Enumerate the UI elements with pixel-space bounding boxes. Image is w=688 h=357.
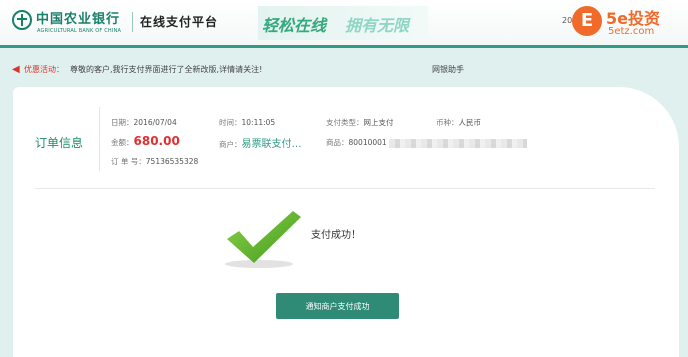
notify-merchant-button[interactable]: 通知商户支付成功	[276, 293, 399, 319]
payment-result-card: 订单信息 日期：2016/07/04 时间：10:11:05 支付类型：网上支付…	[13, 87, 679, 357]
order-divider-vertical	[99, 107, 100, 171]
speaker-icon: ◀	[12, 64, 20, 75]
amount-value: 680.00	[133, 134, 180, 148]
order-currency: 币种：人民币	[436, 118, 481, 127]
order-info-title: 订单信息	[35, 136, 84, 150]
platform-title: 在线支付平台	[140, 15, 219, 29]
abc-logo-icon	[12, 10, 32, 30]
redacted-product-info	[388, 138, 527, 148]
order-pay-type: 支付类型：网上支付	[326, 118, 394, 127]
merchant-name: 易票联支付…	[241, 139, 302, 150]
section-divider	[35, 188, 655, 189]
order-number: 订 单 号：75136535328	[111, 157, 199, 166]
success-checkmark-icon	[225, 211, 301, 268]
watermark-url: 5etz.com	[608, 26, 655, 37]
bank-name-en: AGRICULTURAL BANK OF CHINA	[37, 28, 122, 34]
watermark: E 5e投资 5etz.com	[572, 3, 682, 43]
promotion-text: 尊敬的客户,我行支付界面进行了全新改版,详情请关注!	[70, 65, 263, 74]
promotion-notice-bar: ◀ 优惠活动： 尊敬的客户,我行支付界面进行了全新改版,详情请关注! 网银助手	[0, 58, 688, 80]
payment-success-message: 支付成功！	[311, 230, 361, 241]
order-date: 日期：2016/07/04	[111, 118, 177, 127]
header-divider	[132, 12, 133, 32]
watermark-logo-icon: E	[572, 6, 602, 36]
order-merchant: 商户：易票联支付…	[219, 139, 302, 150]
netbank-assistant-link[interactable]: 网银助手	[432, 64, 464, 75]
order-time: 时间：10:11:05	[219, 118, 276, 127]
slogan-text-2: 拥有无限	[345, 16, 410, 35]
promotion-label: 优惠活动：	[24, 65, 64, 74]
bank-name: 中国农业银行	[36, 12, 121, 27]
order-amount: 金额：680.00	[111, 134, 180, 148]
slogan-text-1: 轻松在线	[262, 16, 327, 35]
order-product: 商品：80010001	[326, 137, 527, 148]
